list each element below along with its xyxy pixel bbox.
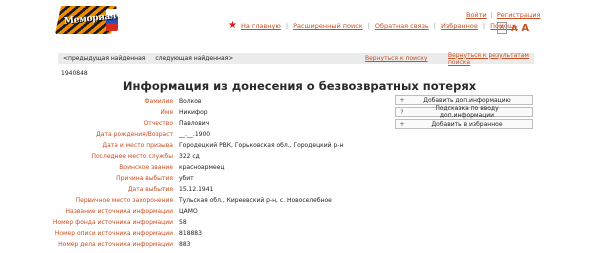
field-label: Номер описи источника информации: [54, 230, 173, 237]
field-value: Городецкий РВК, Горьковская обл., Городе…: [179, 142, 344, 149]
plus-icon: +: [399, 96, 405, 104]
field-label: Дата и место призыва: [102, 142, 173, 149]
field-label: Название источника информации: [65, 208, 173, 215]
field-value: 58: [179, 219, 187, 226]
main-nav: ★ На главную | Расширенный поиск | Обрат…: [228, 20, 518, 31]
field-label: Отчество: [143, 120, 173, 127]
back-to-search-link[interactable]: Вернуться к поиску: [365, 55, 427, 62]
field-label: Первичное место захоронения: [75, 197, 173, 204]
prev-found-link[interactable]: <предыдущая найденная: [63, 55, 145, 62]
field-value: ЦАМО: [179, 208, 198, 215]
input-hint-label: Подсказка по вводу доп.информации: [435, 105, 499, 119]
font-size-small[interactable]: A: [497, 22, 508, 34]
page-title: Информация из донесения о безвозвратных …: [122, 79, 477, 93]
add-to-favorites-button[interactable]: + Добавить в избранное: [395, 119, 533, 129]
field-value: Тульская обл., Киреевский р-н, с. Новосе…: [179, 197, 332, 204]
field-value: Волков: [179, 98, 202, 105]
site-logo[interactable]: Мемориал: [55, 6, 118, 34]
field-label: Дата рождения/Возраст: [96, 131, 173, 138]
nav-feedback[interactable]: Обратная связь: [375, 22, 429, 30]
star-icon: ★: [228, 20, 237, 31]
field-label: Номер дела источника информации: [58, 241, 173, 248]
record-id: 1940848: [61, 70, 88, 77]
plus-icon: +: [399, 120, 405, 128]
nav-favorites[interactable]: Избранное: [441, 22, 478, 30]
field-value: 15.12.1941: [179, 186, 214, 193]
nav-advanced-search[interactable]: Расширенный поиск: [293, 22, 363, 30]
field-value: красноармеец: [179, 164, 225, 171]
register-link[interactable]: Регистрация: [497, 11, 541, 19]
field-label: Фамилия: [144, 98, 173, 105]
field-label: Воинское звание: [119, 164, 173, 171]
field-value: 818883: [179, 230, 202, 237]
navigation-bar: <предыдущая найденная следующая найденна…: [58, 52, 534, 66]
question-icon: ?: [400, 108, 404, 116]
field-value: Никифор: [179, 109, 208, 116]
field-value: __.__.1900: [179, 131, 211, 138]
add-to-favorites-label: Добавить в избранное: [431, 120, 503, 128]
field-label: Дата выбытия: [127, 186, 173, 193]
field-label: Номер фонда источника информации: [52, 219, 173, 226]
add-info-button[interactable]: + Добавить доп.информацию: [395, 95, 533, 105]
login-link[interactable]: Войти: [466, 11, 487, 19]
field-value: 883: [179, 241, 191, 248]
next-found-link[interactable]: следующая найденная>: [155, 55, 233, 62]
field-value: убит: [179, 175, 194, 182]
nav-home[interactable]: На главную: [241, 22, 281, 30]
auth-links: Войти | Регистрация: [466, 11, 541, 19]
field-value: Павлович: [179, 120, 210, 127]
field-label: Причина выбытия: [116, 175, 173, 182]
field-label: Последнее место службы: [91, 153, 174, 160]
field-label: Имя: [160, 109, 173, 116]
field-value: 322 сд: [179, 153, 200, 160]
back-to-results-link[interactable]: Вернуться к результатам поиска: [448, 52, 534, 66]
input-hint-button[interactable]: ? Подсказка по вводу доп.информации: [395, 105, 533, 119]
font-size-switcher: A A A: [497, 22, 529, 34]
font-size-large[interactable]: A: [521, 23, 529, 34]
font-size-medium[interactable]: A: [511, 24, 517, 33]
add-info-label: Добавить доп.информацию: [423, 96, 511, 104]
